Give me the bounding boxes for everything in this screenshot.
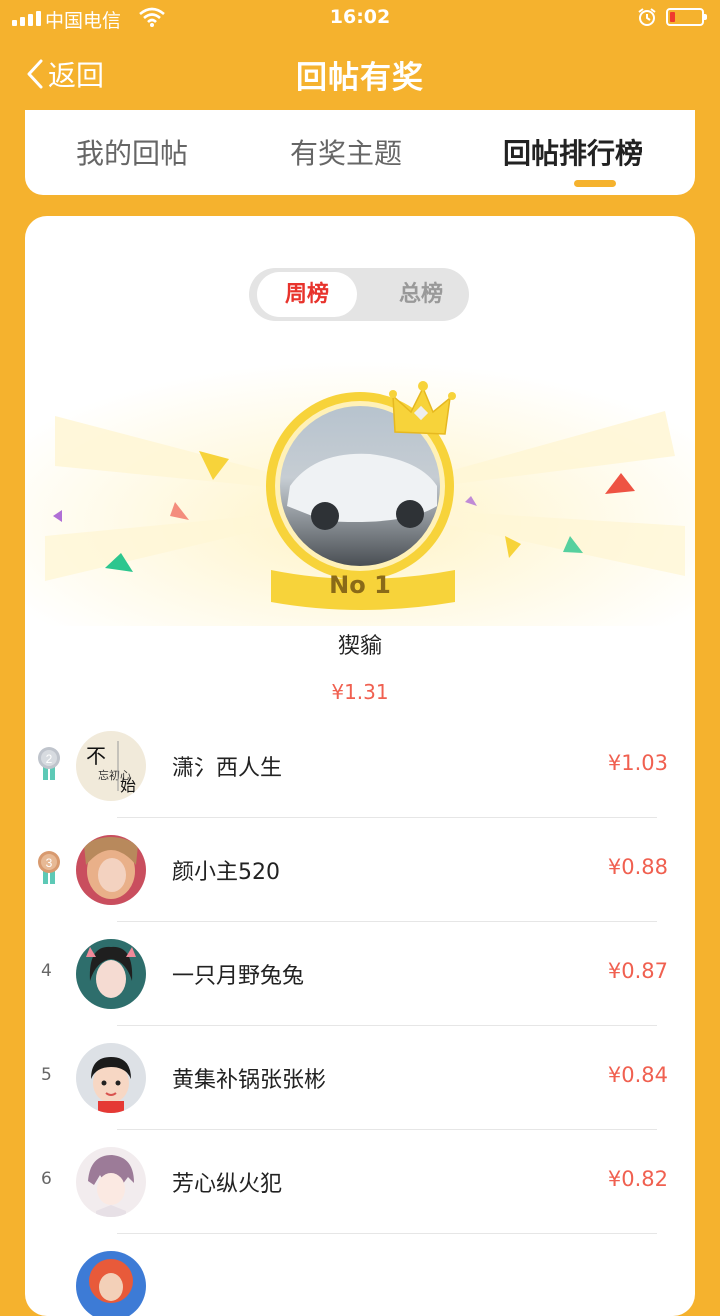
page-title: 回帖有奖 [296,60,424,96]
leaderboard-card: 周榜 总榜 No 1 猰貐 ¥1.31 2 不 忘初心 始 潇氵西人生 ¥1.0… [25,216,695,1316]
battery-icon [666,8,707,26]
user-name: 潇氵西人生 [172,756,283,781]
svg-text:始: 始 [120,776,136,795]
reward-amount: ¥0.84 [607,1063,668,1087]
list-item[interactable] [25,1234,695,1316]
user-name: 芳心纵火犯 [172,1172,283,1197]
svg-text:不: 不 [86,744,106,768]
avatar [76,835,146,905]
avatar [76,1251,146,1316]
tab-indicator [574,180,616,187]
user-name: 一只月野兔兔 [172,964,305,989]
winner-badge: No 1 [329,571,391,599]
user-name: 颜小主520 [172,860,280,885]
tab-my-replies[interactable]: 我的回帖 [76,132,188,172]
avatar [76,1043,146,1113]
user-name: 黄集补锅张张彬 [172,1068,327,1093]
winner-amount: ¥1.31 [331,680,389,704]
list-item[interactable]: 5 黄集补锅张张彬 ¥0.84 [25,1026,695,1130]
bronze-medal-icon: 3 [38,851,60,884]
silver-medal-icon: 2 [38,747,60,780]
weekly-option[interactable]: 周榜 [257,272,357,317]
avatar [76,939,146,1009]
avatar [76,1147,146,1217]
period-toggle: 周榜 总榜 [249,268,469,321]
list-item[interactable]: 2 不忘初心始 潇氵西人生 ¥1.03 [25,714,695,818]
list-item[interactable]: 4 一只月野兔兔 ¥0.87 [25,922,695,1026]
winner-name: 猰貐 [337,634,382,659]
svg-text:3: 3 [46,856,53,870]
list-item[interactable]: 3 颜小主520 ¥0.88 [25,818,695,922]
status-bar: 中国电信 16:02 [0,0,720,38]
alarm-icon [637,7,657,32]
rank-number: 6 [41,1169,52,1189]
reward-amount: ¥0.88 [607,855,668,879]
avatar: 不忘初心始 [76,731,146,801]
rank-number: 5 [41,1065,52,1085]
reward-amount: ¥0.82 [607,1167,668,1191]
list-item[interactable]: 6 芳心纵火犯 ¥0.82 [25,1130,695,1234]
svg-text:2: 2 [46,752,53,766]
tab-reward-topics[interactable]: 有奖主题 [290,132,402,172]
rank-number: 4 [41,961,52,981]
nav-bar: 返回 回帖有奖 [0,40,720,106]
total-option[interactable]: 总榜 [381,272,461,317]
tab-leaderboard[interactable]: 回帖排行榜 [503,132,643,172]
tab-bar: 我的回帖 有奖主题 回帖排行榜 [25,110,695,195]
status-time: 16:02 [329,6,391,28]
reward-amount: ¥0.87 [607,959,668,983]
reward-amount: ¥1.03 [607,751,668,775]
